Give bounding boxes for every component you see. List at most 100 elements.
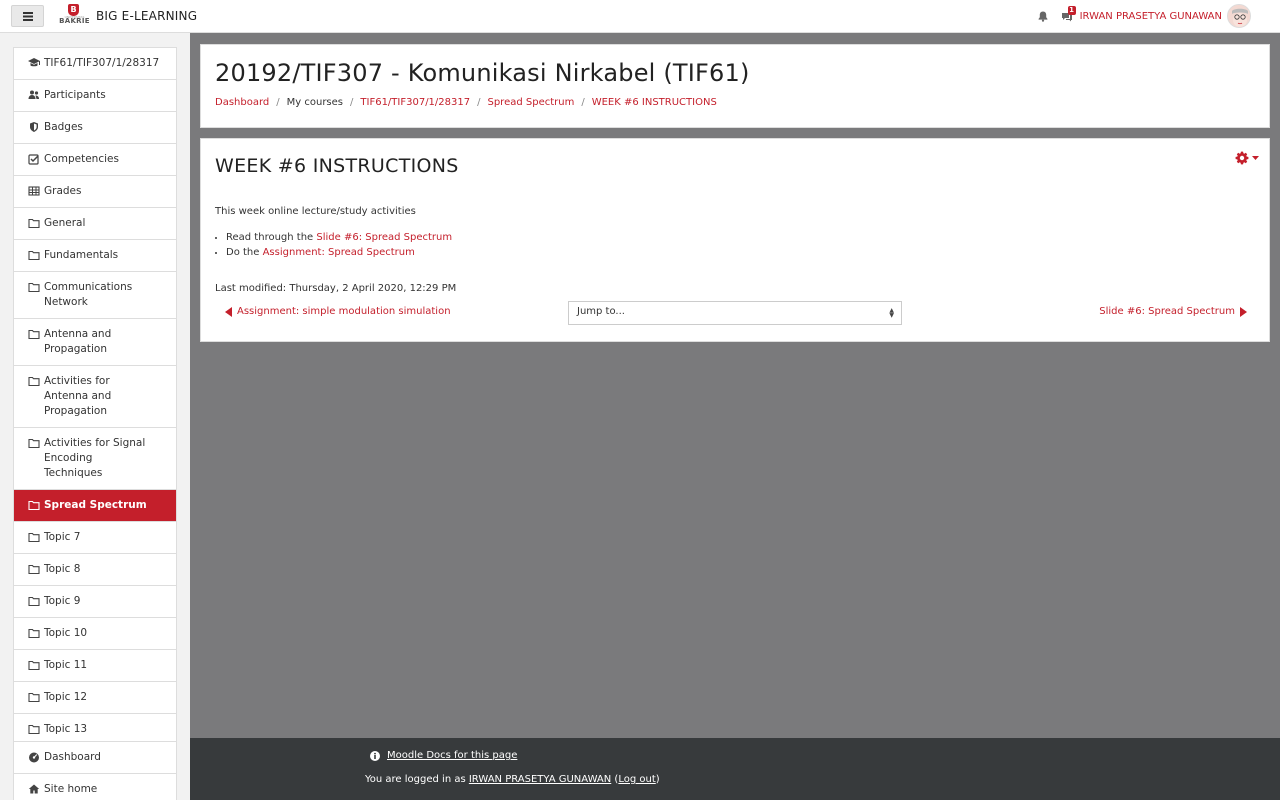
folder-icon	[28, 596, 40, 607]
top-navbar: B UNIVERSITAS BAKRIE BIG E-LEARNING 1 IR…	[0, 0, 1280, 33]
users-icon	[28, 90, 39, 99]
sidebar-item-activities-for-signal-encoding-techniques[interactable]: Activities for Signal Encoding Technique…	[14, 428, 176, 490]
sidebar-item-grades[interactable]: Grades	[14, 176, 176, 208]
sidebar-item-participants[interactable]: Participants	[14, 80, 176, 112]
breadcrumb-separator: /	[350, 97, 354, 108]
user-menu-name[interactable]: IRWAN PRASETYA GUNAWAN	[1080, 11, 1222, 22]
info-circle-icon	[370, 750, 380, 761]
table-icon	[28, 186, 40, 196]
avatar[interactable]	[1227, 4, 1251, 28]
site-name: BIG E-LEARNING	[96, 9, 198, 23]
breadcrumb-separator: /	[276, 97, 280, 108]
sidebar-item-label: Topic 12	[44, 691, 88, 703]
folder-icon	[28, 500, 40, 511]
sidebar-item-label: Activities for Signal Encoding Technique…	[44, 437, 146, 479]
notifications-button[interactable]	[1034, 8, 1052, 26]
assignment-link[interactable]: Assignment: Spread Spectrum	[263, 247, 415, 258]
list-item: Do the Assignment: Spread Spectrum	[215, 245, 452, 260]
sidebar-item-fundamentals[interactable]: Fundamentals	[14, 240, 176, 272]
sidebar-item-label: Communications Network	[44, 281, 133, 308]
moodle-docs-link[interactable]: Moodle Docs for this page	[387, 750, 517, 761]
folder-icon	[28, 438, 40, 449]
sidebar-item-label: Topic 13	[44, 723, 88, 735]
list-item: Read through the Slide #6: Spread Spectr…	[215, 230, 452, 245]
sidebar-item-label: Participants	[44, 89, 106, 101]
breadcrumb: Dashboard / My courses / TIF61/TIF307/1/…	[215, 97, 717, 108]
jump-to-select[interactable]: Jump to... ▲ ▼	[568, 301, 902, 325]
sidebar-item-badges[interactable]: Badges	[14, 112, 176, 144]
logged-in-prefix: You are logged in as	[365, 774, 469, 785]
sidebar-item-topic-11[interactable]: Topic 11	[14, 650, 176, 682]
logo-word: BAKRIE	[59, 17, 90, 25]
sidebar-item-label: Antenna and Propagation	[44, 328, 112, 355]
sidebar-item-label: Topic 7	[44, 531, 81, 543]
folder-icon	[28, 724, 40, 735]
message-count-badge: 1	[1067, 5, 1076, 15]
menu-toggle-button[interactable]	[11, 5, 44, 27]
slide-link[interactable]: Slide #6: Spread Spectrum	[316, 232, 452, 243]
arrow-right-icon	[1240, 306, 1247, 317]
sidebar-item-tif61-tif307-1-28317[interactable]: TIF61/TIF307/1/28317	[14, 48, 176, 80]
docs-row: Moodle Docs for this page	[370, 750, 517, 761]
next-activity-link[interactable]: Slide #6: Spread Spectrum	[1099, 306, 1247, 317]
sidebar-item-activities-for-antenna-and-propagation[interactable]: Activities for Antenna and Propagation	[14, 366, 176, 428]
sidebar-item-communications-network[interactable]: Communications Network	[14, 272, 176, 319]
sidebar-item-site-home[interactable]: Site home	[14, 774, 176, 800]
sidebar-item-label: Site home	[44, 783, 98, 795]
folder-icon	[28, 329, 40, 340]
breadcrumb-course[interactable]: TIF61/TIF307/1/28317	[360, 97, 470, 108]
site-nav: Dashboard Site home	[13, 741, 177, 800]
sidebar-item-spread-spectrum[interactable]: Spread Spectrum	[14, 490, 176, 522]
folder-icon	[28, 564, 40, 575]
sidebar-item-dashboard[interactable]: Dashboard	[14, 742, 176, 774]
sidebar-item-label: Dashboard	[44, 751, 101, 763]
folder-icon	[28, 660, 40, 671]
activity-list: Read through the Slide #6: Spread Spectr…	[215, 230, 452, 260]
sidebar: TIF61/TIF307/1/28317 Participants Badges Co…	[0, 33, 190, 800]
page-settings-menu[interactable]	[1235, 151, 1259, 165]
logged-in-info: You are logged in as IRWAN PRASETYA GUNA…	[365, 774, 660, 785]
sidebar-item-competencies[interactable]: Competencies	[14, 144, 176, 176]
breadcrumb-dashboard[interactable]: Dashboard	[215, 97, 269, 108]
graduation-cap-icon	[28, 58, 40, 67]
sidebar-item-topic-12[interactable]: Topic 12	[14, 682, 176, 714]
sidebar-item-label: Topic 11	[44, 659, 88, 671]
activity-prefix: Read through the	[226, 232, 317, 243]
site-logo: B UNIVERSITAS BAKRIE	[57, 4, 92, 28]
previous-activity-link[interactable]: Assignment: simple modulation simulation	[225, 306, 451, 317]
breadcrumb-current[interactable]: WEEK #6 INSTRUCTIONS	[592, 97, 717, 108]
breadcrumb-section[interactable]: Spread Spectrum	[487, 97, 574, 108]
profile-link[interactable]: IRWAN PRASETYA GUNAWAN	[469, 774, 611, 785]
logout-link[interactable]: Log out	[618, 774, 655, 785]
activity-prefix: Do the	[226, 247, 263, 258]
sidebar-item-topic-9[interactable]: Topic 9	[14, 586, 176, 618]
sidebar-item-topic-7[interactable]: Topic 7	[14, 522, 176, 554]
site-brand[interactable]: B UNIVERSITAS BAKRIE BIG E-LEARNING	[57, 4, 197, 28]
folder-icon	[28, 376, 40, 387]
breadcrumb-separator: /	[581, 97, 585, 108]
sidebar-item-label: Spread Spectrum	[44, 499, 147, 511]
page-footer: Moodle Docs for this page You are logged…	[190, 738, 1280, 800]
sidebar-item-label: Competencies	[44, 153, 119, 165]
sidebar-item-topic-10[interactable]: Topic 10	[14, 618, 176, 650]
sidebar-item-general[interactable]: General	[14, 208, 176, 240]
folder-icon	[28, 532, 40, 543]
sidebar-item-topic-8[interactable]: Topic 8	[14, 554, 176, 586]
dashboard-icon	[29, 752, 39, 763]
folder-icon	[28, 218, 40, 229]
messages-button[interactable]: 1	[1058, 5, 1076, 26]
logout-close: )	[655, 774, 660, 785]
sidebar-item-label: Topic 8	[44, 563, 81, 575]
page-content: WEEK #6 INSTRUCTIONS This week online le…	[200, 138, 1270, 342]
previous-activity-label: Assignment: simple modulation simulation	[237, 306, 451, 317]
breadcrumb-my-courses: My courses	[286, 97, 344, 108]
breadcrumb-separator: /	[477, 97, 481, 108]
folder-icon	[28, 628, 40, 639]
page-header: 20192/TIF307 - Komunikasi Nirkabel (TIF6…	[200, 44, 1270, 128]
user-nav: 1 IRWAN PRASETYA GUNAWAN	[1032, 0, 1250, 33]
sidebar-item-label: TIF61/TIF307/1/28317	[44, 57, 160, 69]
sidebar-item-label: Topic 9	[44, 595, 81, 607]
sidebar-item-label: Badges	[44, 121, 83, 133]
sidebar-item-antenna-and-propagation[interactable]: Antenna and Propagation	[14, 319, 176, 366]
caret-down-icon	[1252, 155, 1259, 160]
